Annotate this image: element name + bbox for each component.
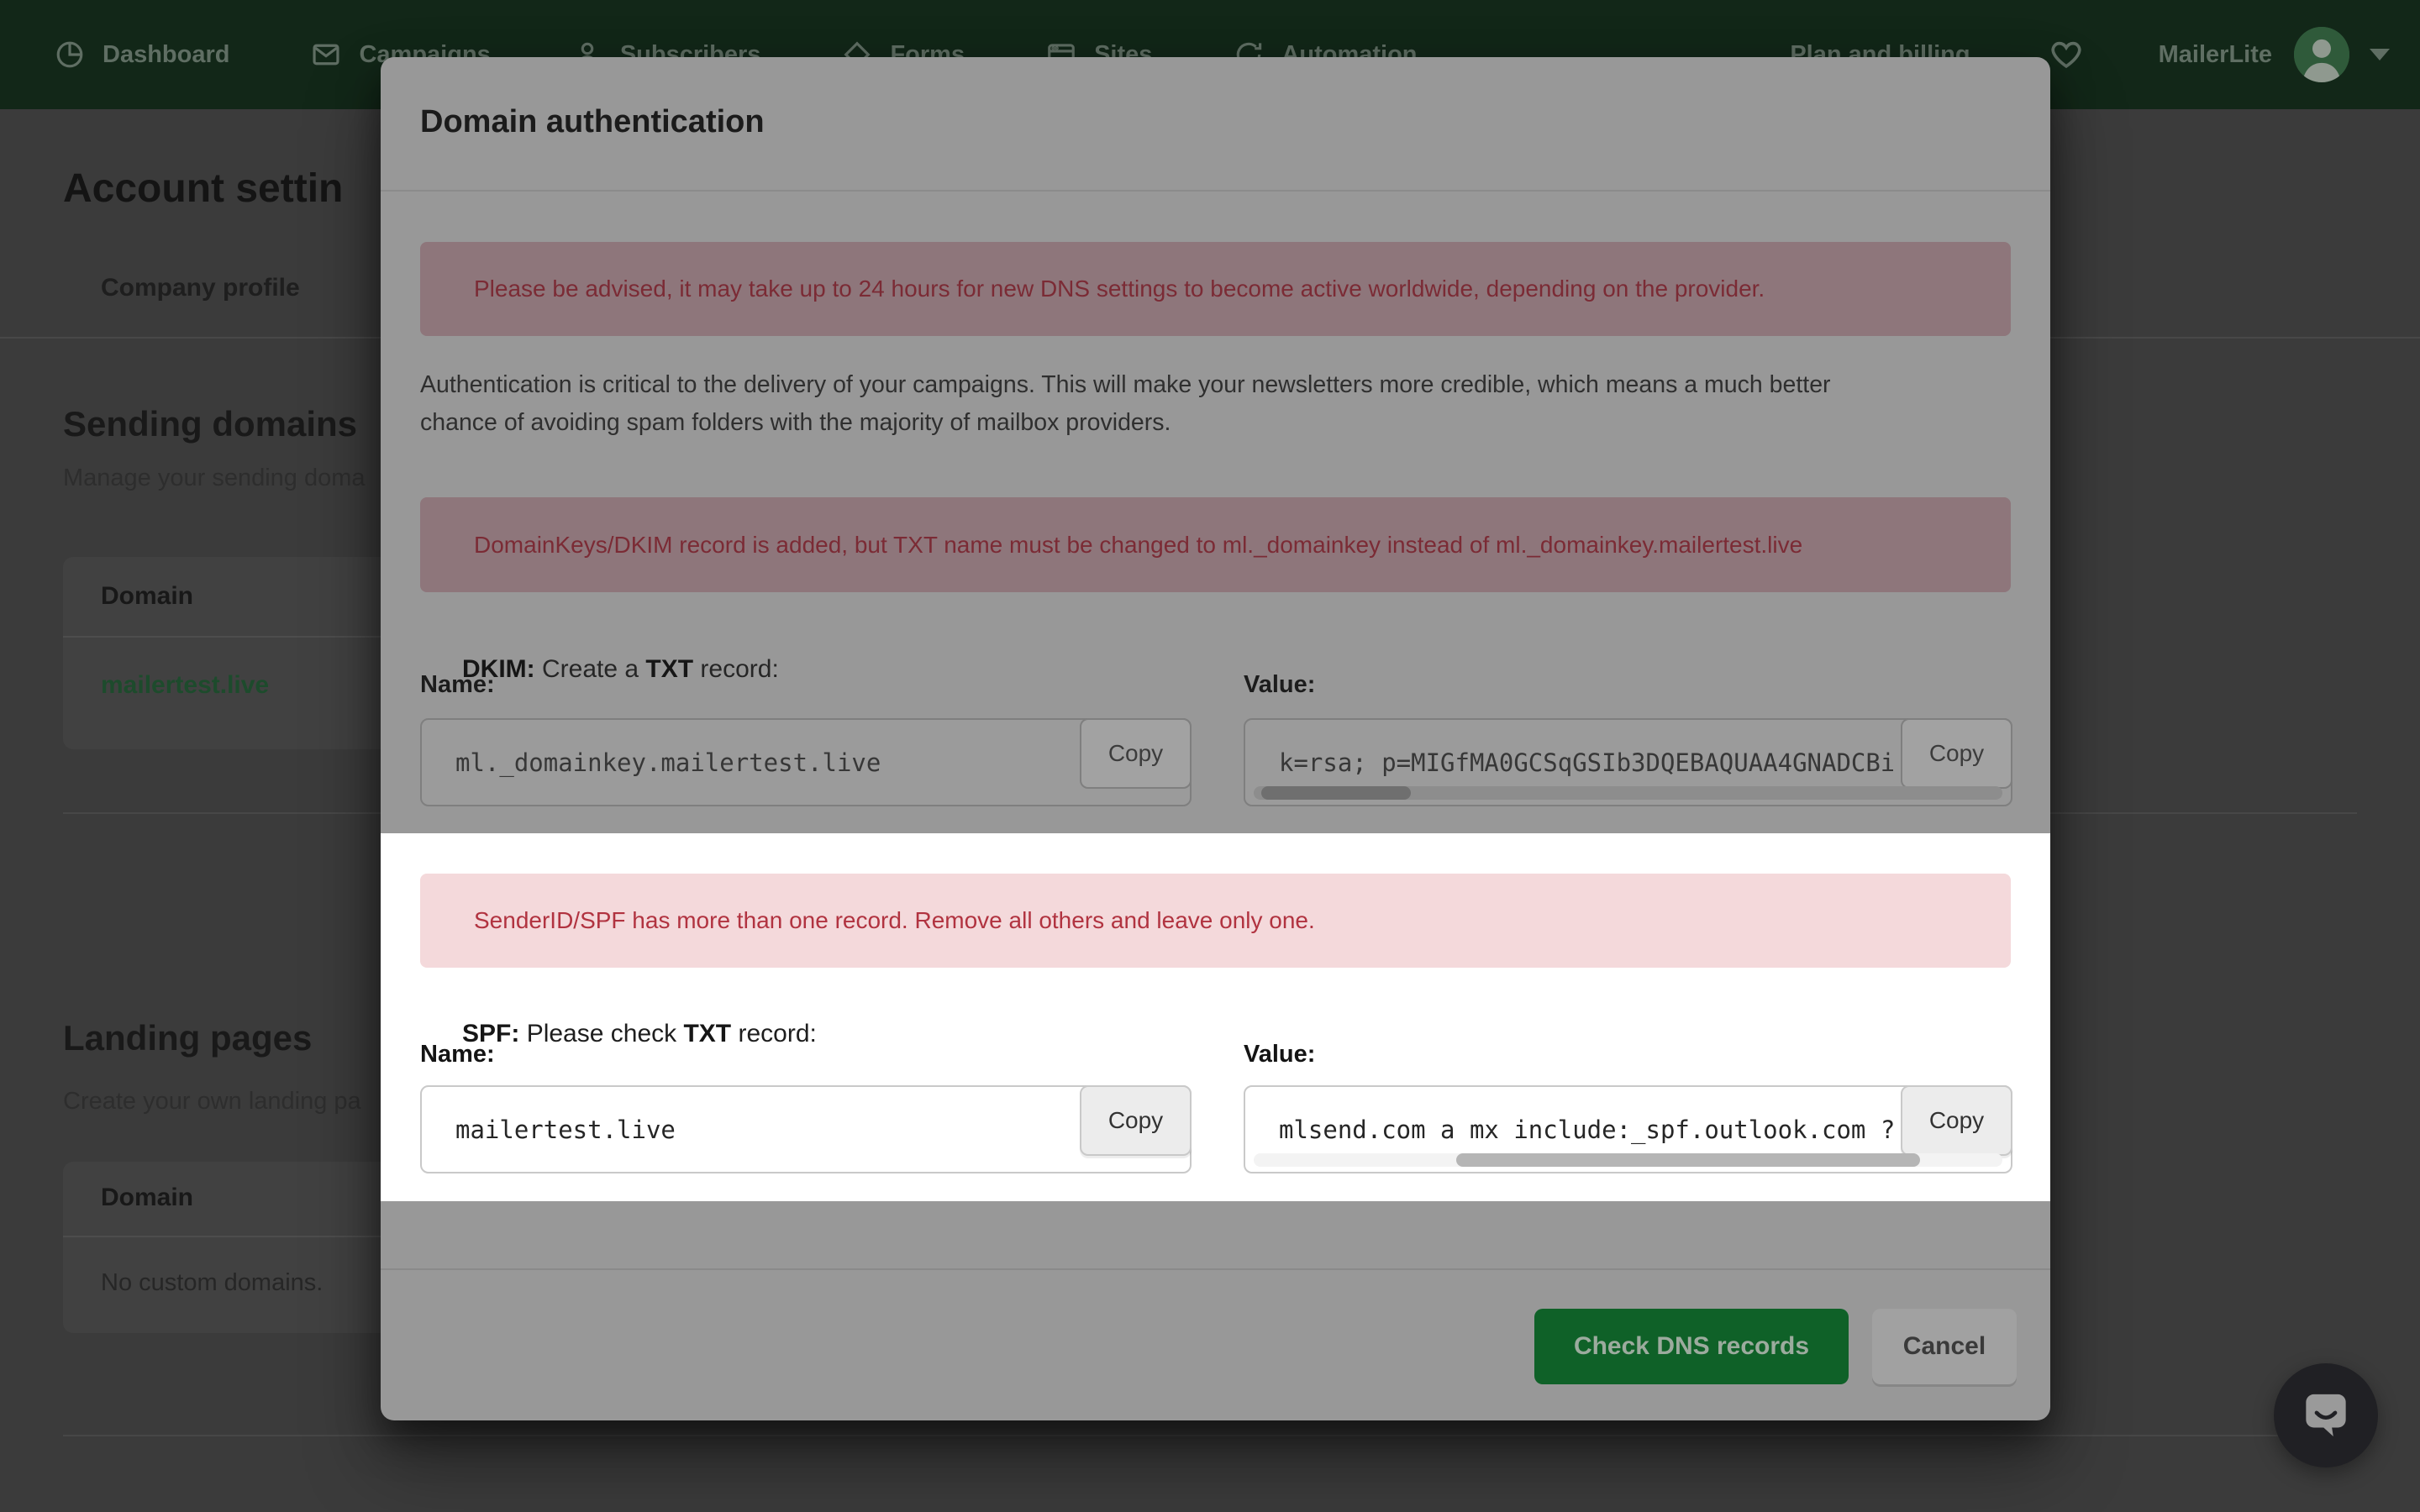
notice-text: DomainKeys/DKIM record is added, but TXT… bbox=[474, 531, 1803, 558]
section-divider bbox=[63, 1435, 2357, 1436]
landing-pages-description: Create your own landing pa bbox=[63, 1088, 361, 1115]
copy-dkim-value-button[interactable]: Copy bbox=[1901, 718, 2012, 789]
modal-footer-divider bbox=[381, 1268, 2050, 1270]
dkim-warning-notice: DomainKeys/DKIM record is added, but TXT… bbox=[420, 497, 2011, 592]
dkim-value-text: k=rsa; p=MIGfMA0GCSqGSIb3DQEBAQUAA4GNADC… bbox=[1279, 748, 1893, 777]
scrollbar-thumb[interactable] bbox=[1455, 1153, 1920, 1167]
intro-line: Authentication is critical to the delive… bbox=[420, 371, 1831, 398]
dkim-record-heading: DKIM: Create a TXT record: bbox=[420, 627, 779, 712]
heading-bold: TXT bbox=[645, 655, 694, 683]
copy-spf-name-button[interactable]: Copy bbox=[1080, 1085, 1192, 1156]
modal-header-divider bbox=[381, 190, 2050, 192]
dkim-name-text: ml._domainkey.mailertest.live bbox=[455, 748, 881, 777]
modal-intro-text: Authentication is critical to the delive… bbox=[420, 366, 2017, 442]
check-dns-records-button[interactable]: Check DNS records bbox=[1534, 1309, 1849, 1384]
page-title: Account settin bbox=[63, 166, 344, 211]
nav-item-dashboard[interactable]: Dashboard bbox=[54, 39, 229, 71]
sending-domains-heading: Sending domains bbox=[63, 404, 358, 444]
horizontal-scrollbar[interactable] bbox=[1254, 1153, 2002, 1167]
user-avatar[interactable] bbox=[2294, 27, 2349, 82]
copy-spf-value-button[interactable]: Copy bbox=[1901, 1085, 2012, 1156]
screen: Dashboard Campaigns Subscribers Forms Si… bbox=[0, 0, 2420, 1512]
tab-company-profile[interactable]: Company profile bbox=[101, 274, 300, 302]
chat-bubble-icon bbox=[2298, 1386, 2354, 1446]
heading-text: record: bbox=[693, 655, 779, 683]
heading-text: Please check bbox=[519, 1020, 684, 1047]
intro-line: chance of avoiding spam folders with the… bbox=[420, 409, 1171, 436]
scrollbar-thumb[interactable] bbox=[1260, 786, 1412, 800]
spf-name-label: Name: bbox=[420, 1041, 495, 1068]
spf-value-field[interactable]: mlsend.com a mx include:_spf.outlook.com… bbox=[1244, 1085, 2012, 1173]
heading-text: record: bbox=[731, 1020, 817, 1047]
landing-pages-heading: Landing pages bbox=[63, 1018, 313, 1058]
copy-dkim-name-button[interactable]: Copy bbox=[1080, 718, 1192, 789]
dkim-value-field[interactable]: k=rsa; p=MIGfMA0GCSqGSIb3DQEBAQUAA4GNADC… bbox=[1244, 718, 2012, 806]
notice-text: Please be advised, it may take up to 24 … bbox=[474, 276, 1765, 302]
spf-name-text: mailertest.live bbox=[455, 1115, 676, 1144]
heart-icon[interactable] bbox=[2048, 36, 2085, 73]
dns-propagation-notice: Please be advised, it may take up to 24 … bbox=[420, 242, 2011, 336]
dkim-value-label: Value: bbox=[1244, 671, 1316, 698]
chat-launcher-button[interactable] bbox=[2274, 1363, 2378, 1467]
dkim-name-label: Name: bbox=[420, 671, 495, 698]
horizontal-scrollbar[interactable] bbox=[1254, 786, 2002, 800]
nav-item-label: Dashboard bbox=[103, 40, 230, 68]
clock-icon bbox=[54, 39, 86, 71]
sending-domains-description: Manage your sending doma bbox=[63, 465, 366, 491]
modal-title: Domain authentication bbox=[420, 104, 765, 139]
spf-value-label: Value: bbox=[1244, 1041, 1316, 1068]
heading-text: Create a bbox=[534, 655, 646, 683]
chevron-down-icon[interactable] bbox=[2370, 49, 2390, 60]
account-name[interactable]: MailerLite bbox=[2159, 41, 2272, 69]
domain-authentication-modal: Domain authentication Please be advised,… bbox=[381, 57, 2050, 1420]
notice-text: SenderID/SPF has more than one record. R… bbox=[474, 907, 1315, 933]
heading-bold: TXT bbox=[683, 1020, 732, 1047]
dkim-name-field[interactable]: ml._domainkey.mailertest.live Copy bbox=[420, 718, 1192, 806]
cancel-button[interactable]: Cancel bbox=[1872, 1309, 2017, 1384]
spf-name-field[interactable]: mailertest.live Copy bbox=[420, 1085, 1192, 1173]
spf-value-text: mlsend.com a mx include:_spf.outlook.com… bbox=[1279, 1115, 1893, 1144]
spf-error-notice: SenderID/SPF has more than one record. R… bbox=[420, 874, 2011, 968]
envelope-icon bbox=[310, 39, 342, 71]
